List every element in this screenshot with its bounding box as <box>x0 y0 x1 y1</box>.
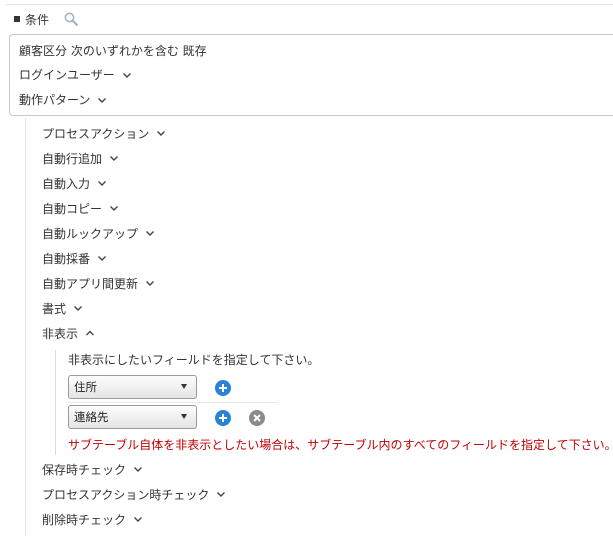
condition-login-user[interactable]: ログインユーザー <box>19 66 133 83</box>
plus-circle-icon <box>219 384 227 392</box>
plus-circle-icon <box>219 414 227 422</box>
item-label: 自動入力 <box>42 176 91 191</box>
tree-guide-line <box>25 118 26 536</box>
item-save-check[interactable]: 保存時チェック <box>42 460 144 478</box>
condition-customer-type: 顧客区分 次のいずれかを含む 既存 <box>19 42 207 59</box>
condition-summary-box: 顧客区分 次のいずれかを含む 既存 ログインユーザー 動作パターン <box>9 34 613 116</box>
item-format[interactable]: 書式 <box>42 299 84 317</box>
bullet-square-icon <box>14 16 20 22</box>
condition-text: 顧客区分 次のいずれかを含む 既存 <box>19 44 207 58</box>
subtable-warning: サブテーブル自体を非表示としたい場合は、サブテーブル内のすべてのフィールドを指定… <box>68 438 613 452</box>
chevron-down-icon[interactable] <box>96 252 108 264</box>
item-label: 自動ルックアップ <box>42 226 139 241</box>
search-icon[interactable] <box>63 11 79 27</box>
section-title: 条件 <box>25 12 50 27</box>
item-label: 自動アプリ間更新 <box>42 276 139 291</box>
item-delete-check[interactable]: 削除時チェック <box>42 510 144 528</box>
hidden-field-select-2[interactable]: 連絡先 <box>68 405 197 429</box>
select-value: 住所 <box>74 380 97 394</box>
item-auto-copy[interactable]: 自動コピー <box>42 199 120 217</box>
chevron-down-icon[interactable] <box>132 463 144 475</box>
item-auto-input[interactable]: 自動入力 <box>42 174 108 192</box>
section-header: 条件 <box>14 10 79 28</box>
chevron-down-icon[interactable] <box>144 277 156 289</box>
condition-label: 動作パターン <box>19 93 91 107</box>
item-label: プロセスアクション時チェック <box>42 487 210 502</box>
item-auto-lookup[interactable]: 自動ルックアップ <box>42 224 156 242</box>
top-divider <box>6 4 613 5</box>
chevron-down-icon[interactable] <box>108 152 120 164</box>
item-hidden[interactable]: 非表示 <box>42 324 96 342</box>
hidden-field-select-1[interactable]: 住所 <box>68 375 197 399</box>
item-process-action-check[interactable]: プロセスアクション時チェック <box>42 485 227 503</box>
row-divider <box>68 402 278 403</box>
chevron-down-icon[interactable] <box>155 127 167 139</box>
add-field-button-1[interactable] <box>215 380 231 396</box>
chevron-up-icon[interactable] <box>84 327 96 339</box>
condition-editor: 条件 顧客区分 次のいずれかを含む 既存 ログインユーザー 動作パターン プロセ… <box>0 0 613 536</box>
item-label: 非表示 <box>42 326 79 341</box>
subsection-guide-line <box>55 350 56 455</box>
chevron-down-icon[interactable] <box>132 513 144 525</box>
item-label: 自動コピー <box>42 201 103 216</box>
item-label: 書式 <box>42 301 67 316</box>
chevron-down-icon[interactable] <box>72 302 84 314</box>
item-label: 自動採番 <box>42 251 91 266</box>
x-circle-icon <box>253 414 261 422</box>
item-auto-app-update[interactable]: 自動アプリ間更新 <box>42 274 156 292</box>
select-value: 連絡先 <box>74 410 109 424</box>
item-label: 保存時チェック <box>42 462 127 477</box>
condition-action-pattern[interactable]: 動作パターン <box>19 91 108 108</box>
item-label: 削除時チェック <box>42 512 127 527</box>
chevron-down-icon[interactable] <box>215 488 227 500</box>
item-label: プロセスアクション <box>42 126 150 141</box>
item-process-action[interactable]: プロセスアクション <box>42 124 167 142</box>
chevron-down-icon[interactable] <box>96 94 108 106</box>
item-auto-add-row[interactable]: 自動行追加 <box>42 149 120 167</box>
dropdown-caret-icon <box>181 414 187 419</box>
chevron-down-icon[interactable] <box>121 69 133 81</box>
chevron-down-icon[interactable] <box>96 177 108 189</box>
item-auto-numbering[interactable]: 自動採番 <box>42 249 108 267</box>
item-label: 自動行追加 <box>42 151 103 166</box>
remove-field-button-2[interactable] <box>249 410 265 426</box>
hidden-instruction: 非表示にしたいフィールドを指定して下さい。 <box>68 353 320 367</box>
chevron-down-icon[interactable] <box>108 202 120 214</box>
dropdown-caret-icon <box>181 384 187 389</box>
condition-label: ログインユーザー <box>19 68 115 82</box>
chevron-down-icon[interactable] <box>144 227 156 239</box>
add-field-button-2[interactable] <box>215 410 231 426</box>
